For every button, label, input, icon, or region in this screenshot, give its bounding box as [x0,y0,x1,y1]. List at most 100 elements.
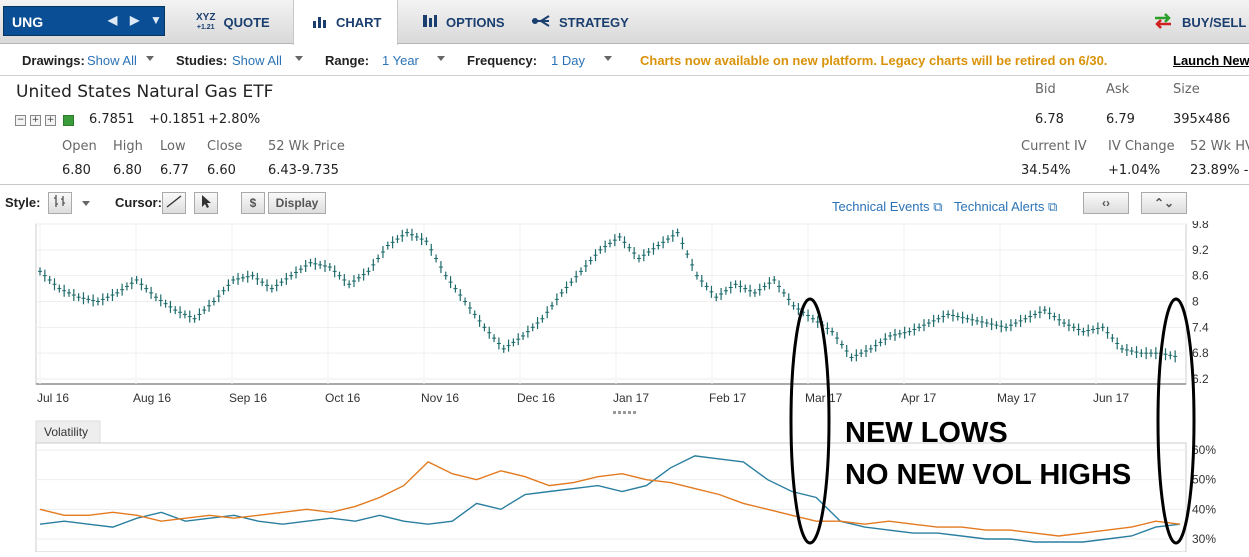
style-selector[interactable] [48,192,72,214]
tab-options[interactable]: OPTIONS [404,0,523,44]
zoom-vertical-button[interactable]: ⌃⌄ [1141,192,1187,214]
high-value: 6.80 [113,163,142,178]
open-label: Open [62,139,97,154]
price-tick-label: 9.8 [1192,221,1209,231]
options-icon [422,14,438,31]
display-button[interactable]: Display [268,192,326,214]
studies-caret-icon[interactable] [295,56,303,61]
date-tick-label: Sep 16 [229,391,267,405]
date-tick-label: Jun 17 [1093,391,1129,405]
date-tick-label: Apr 17 [901,391,937,405]
tab-chart-label: CHART [336,15,382,30]
technical-events-link[interactable]: Technical Events ⧉ [832,199,942,215]
vol-tick-label: 40% [1192,502,1216,516]
tab-quote-label: QUOTE [223,14,270,30]
frequency-dropdown[interactable]: 1 Day [551,53,585,68]
collapse-icon[interactable]: − [15,115,26,126]
expand-icon[interactable]: + [30,115,41,126]
high-label: High [113,139,143,154]
volatility-label: Volatility [44,425,88,439]
ohlc-style-icon [54,195,65,207]
size-value: 395x486 [1173,112,1231,127]
price-tick-label: 6.8 [1192,346,1209,360]
iv-label: Current IV [1021,139,1087,154]
open-value: 6.80 [62,163,91,178]
buy-sell-label: BUY/SELL [1182,14,1247,30]
hv-label: 52 Wk HV [1190,139,1249,154]
low-label: Low [160,139,186,154]
pointer-icon [202,195,211,208]
horizontal-resize-icon: ‹› [1102,196,1110,210]
range-label: Range: [325,53,370,68]
date-tick-label: Jul 16 [37,391,69,405]
tab-chart[interactable]: CHART [293,0,398,45]
technical-alerts-label: Technical Alerts [954,199,1045,214]
studies-label: Studies: [176,53,228,68]
strategy-icon [531,14,551,31]
chart-style-bar: Style: Cursor: $ Display Technical Event… [0,186,1249,221]
vol-tick-label: 60% [1192,443,1216,457]
panel-resize-handle[interactable] [613,411,636,414]
drawings-dropdown[interactable]: Show All [87,53,137,68]
legacy-notice: Charts now available on new platform. Le… [640,53,1108,68]
xyz-label: XYZ [196,11,216,23]
cursor-label: Cursor: [115,195,162,210]
buy-sell-button[interactable]: BUY/SELL [1134,0,1249,44]
date-tick-label: Mar 17 [805,391,843,405]
symbol-selector[interactable]: UNG ◀ ▶ ▼ [3,6,165,36]
price-change-pct: +2.80% [208,112,261,127]
drawings-label: Drawings: [22,53,85,68]
style-caret-icon[interactable] [82,201,90,206]
vol-tick-label: 30% [1192,532,1216,546]
tab-strategy[interactable]: STRATEGY [513,0,647,44]
frequency-caret-icon[interactable] [604,56,612,61]
technical-events-label: Technical Events [832,199,930,214]
date-tick-label: Nov 16 [421,391,459,405]
cursor-line-button[interactable] [162,192,186,214]
style-label: Style: [5,195,41,210]
iv-change-label: IV Change [1108,139,1175,154]
iv-change-value: +1.04% [1108,163,1161,178]
cursor-pointer-button[interactable] [194,192,218,214]
close-value: 6.60 [207,163,236,178]
date-tick-label: Oct 16 [325,391,361,405]
xyz-sub: +1.21 [196,23,215,31]
status-square-icon [63,115,74,126]
date-tick-label: Feb 17 [709,391,747,405]
launch-new-link[interactable]: Launch New [1173,53,1249,68]
buy-sell-arrows-icon [1152,12,1174,32]
date-tick-label: Dec 16 [517,391,555,405]
hv-value: 23.89% - [1190,163,1249,178]
chevron-down-icon[interactable]: ▼ [150,13,162,27]
chart-area[interactable]: Jul 16 Aug 16 Sep 16 Oct 16 Nov 16 Dec 16 Jan … [0,217,1249,553]
bar-chart-icon [312,15,328,31]
zoom-horizontal-button[interactable]: ‹› [1083,192,1129,214]
price-tick-label: 8.6 [1192,269,1209,283]
wk52-value: 6.43-9.735 [268,163,339,178]
tab-quote[interactable]: XYZ +1.21 QUOTE [178,0,288,44]
vol-tick-label: 50% [1192,473,1216,487]
quote-panel: United States Natural Gas ETF − + + 6.78… [0,77,1249,185]
security-name: United States Natural Gas ETF [16,82,274,102]
next-symbol-icon[interactable]: ▶ [130,13,139,27]
external-link-icon: ⧉ [933,199,943,214]
annotation-line2: NO NEW VOL HIGHS [845,459,1131,491]
date-tick-label: Aug 16 [133,391,171,405]
studies-dropdown[interactable]: Show All [232,53,282,68]
drawings-caret-icon[interactable] [146,56,154,61]
price-tick-label: 7.4 [1192,320,1209,334]
popout-icon[interactable]: + [45,115,56,126]
annotation-line1: NEW LOWS [845,417,1008,449]
chart-svg[interactable]: Jul 16 Aug 16 Sep 16 Oct 16 Nov 16 Dec 16 Jan … [0,217,1249,553]
price-change: +0.1851 [149,112,206,127]
vertical-resize-icon: ⌃⌄ [1153,196,1175,210]
range-caret-icon[interactable] [437,56,445,61]
bid-label: Bid [1035,82,1056,97]
technical-alerts-link[interactable]: Technical Alerts ⧉ [954,199,1057,215]
dollar-button[interactable]: $ [241,192,265,214]
date-tick-label: Jan 17 [613,391,649,405]
ask-value: 6.79 [1106,112,1135,127]
iv-value: 34.54% [1021,163,1071,178]
prev-symbol-icon[interactable]: ◀ [108,13,117,27]
range-dropdown[interactable]: 1 Year [382,53,419,68]
